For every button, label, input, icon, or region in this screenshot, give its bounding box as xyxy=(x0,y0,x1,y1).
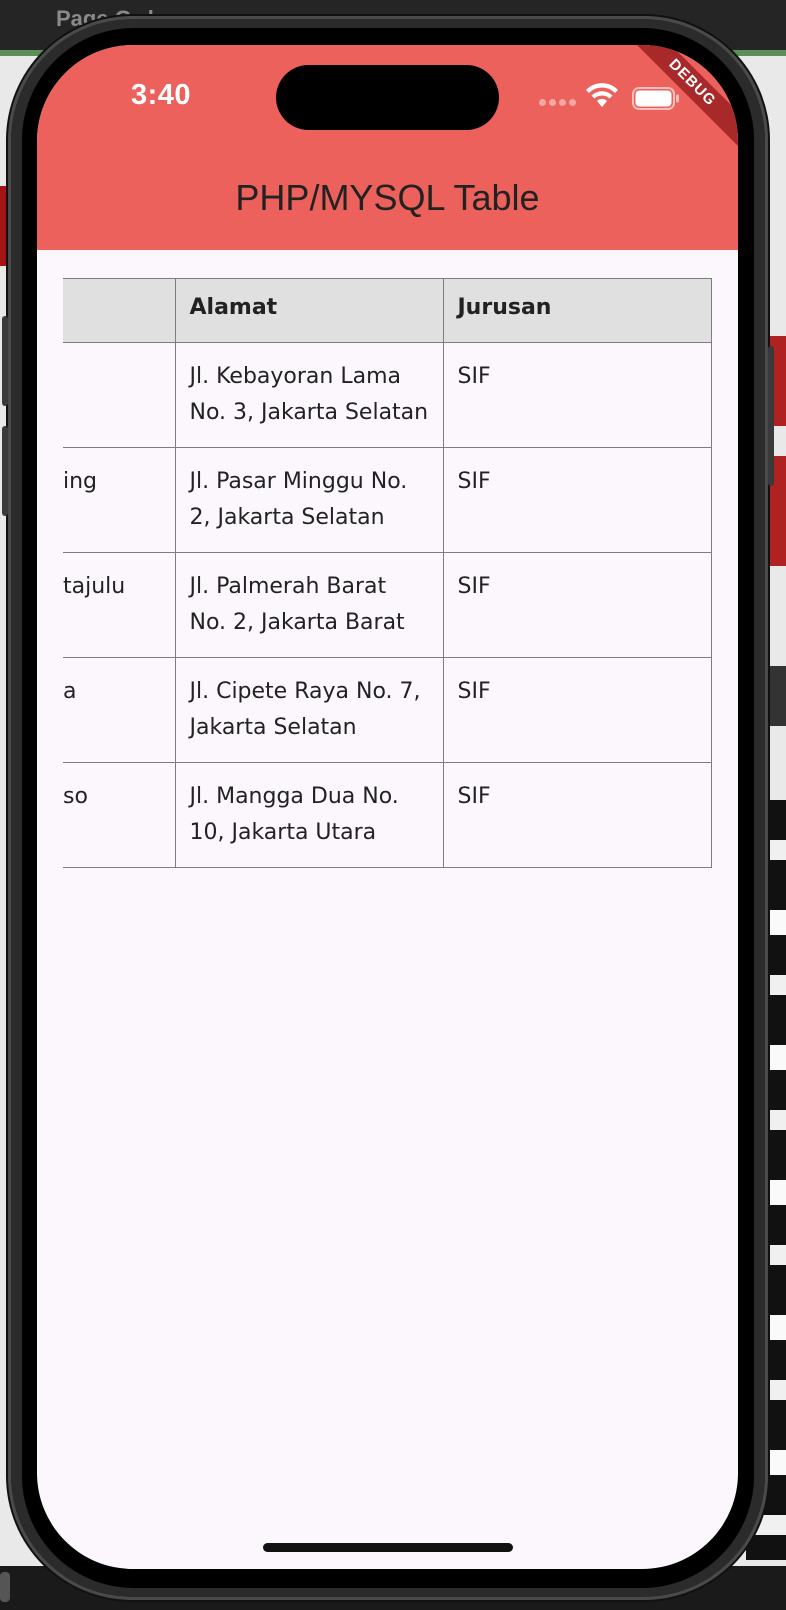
cell-alamat: Jl. Palmerah Barat No. 2, Jakarta Barat xyxy=(174,552,444,658)
table-row: ing Jl. Pasar Minggu No. 2, Jakarta Sela… xyxy=(63,447,712,553)
app-screen: 3:40 DEBUG PHP/MYSQL Table Alamat Jurusa… xyxy=(37,45,738,1569)
battery-icon xyxy=(632,87,679,110)
table-row: so Jl. Mangga Dua No. 10, Jakarta Utara … xyxy=(63,762,712,868)
column-header-nama xyxy=(63,278,176,343)
table-row: tajulu Jl. Palmerah Barat No. 2, Jakarta… xyxy=(63,552,712,658)
cell-nama: so xyxy=(63,762,176,868)
cell-alamat: Jl. Mangga Dua No. 10, Jakarta Utara xyxy=(174,762,444,868)
column-header-alamat: Alamat xyxy=(174,278,444,343)
cell-nama: ing xyxy=(63,447,176,553)
volume-down-button[interactable] xyxy=(2,426,8,516)
status-time: 3:40 xyxy=(131,79,192,111)
cell-alamat: Jl. Cipete Raya No. 7, Jakarta Selatan xyxy=(174,657,444,763)
cell-jurusan: SIF xyxy=(442,657,712,763)
cell-nama xyxy=(63,342,176,448)
data-table-scroll[interactable]: Alamat Jurusan Jl. Kebayoran Lama No. 3,… xyxy=(63,278,712,868)
cell-alamat: Jl. Kebayoran Lama No. 3, Jakarta Selata… xyxy=(174,342,444,448)
home-indicator[interactable] xyxy=(263,1543,513,1552)
table-row: a Jl. Cipete Raya No. 7, Jakarta Selatan… xyxy=(63,657,712,763)
cell-jurusan: SIF xyxy=(442,447,712,553)
volume-up-button[interactable] xyxy=(2,316,8,406)
app-bar: 3:40 DEBUG PHP/MYSQL Table xyxy=(37,45,738,250)
cell-alamat: Jl. Pasar Minggu No. 2, Jakarta Selatan xyxy=(174,447,444,553)
cell-jurusan: SIF xyxy=(442,762,712,868)
column-header-jurusan: Jurusan xyxy=(442,278,712,343)
table-row: Jl. Kebayoran Lama No. 3, Jakarta Selata… xyxy=(63,342,712,448)
wifi-icon xyxy=(586,83,618,107)
table-header-row: Alamat Jurusan xyxy=(63,278,712,343)
cellular-icon xyxy=(539,99,576,106)
power-button[interactable] xyxy=(768,346,774,486)
background-decoration xyxy=(0,1572,10,1602)
cell-nama: tajulu xyxy=(63,552,176,658)
page-title: PHP/MYSQL Table xyxy=(235,177,540,218)
background-decoration xyxy=(768,666,786,726)
cell-jurusan: SIF xyxy=(442,552,712,658)
dynamic-island xyxy=(276,65,499,130)
data-table: Alamat Jurusan Jl. Kebayoran Lama No. 3,… xyxy=(63,278,712,868)
cell-jurusan: SIF xyxy=(442,342,712,448)
cell-nama: a xyxy=(63,657,176,763)
